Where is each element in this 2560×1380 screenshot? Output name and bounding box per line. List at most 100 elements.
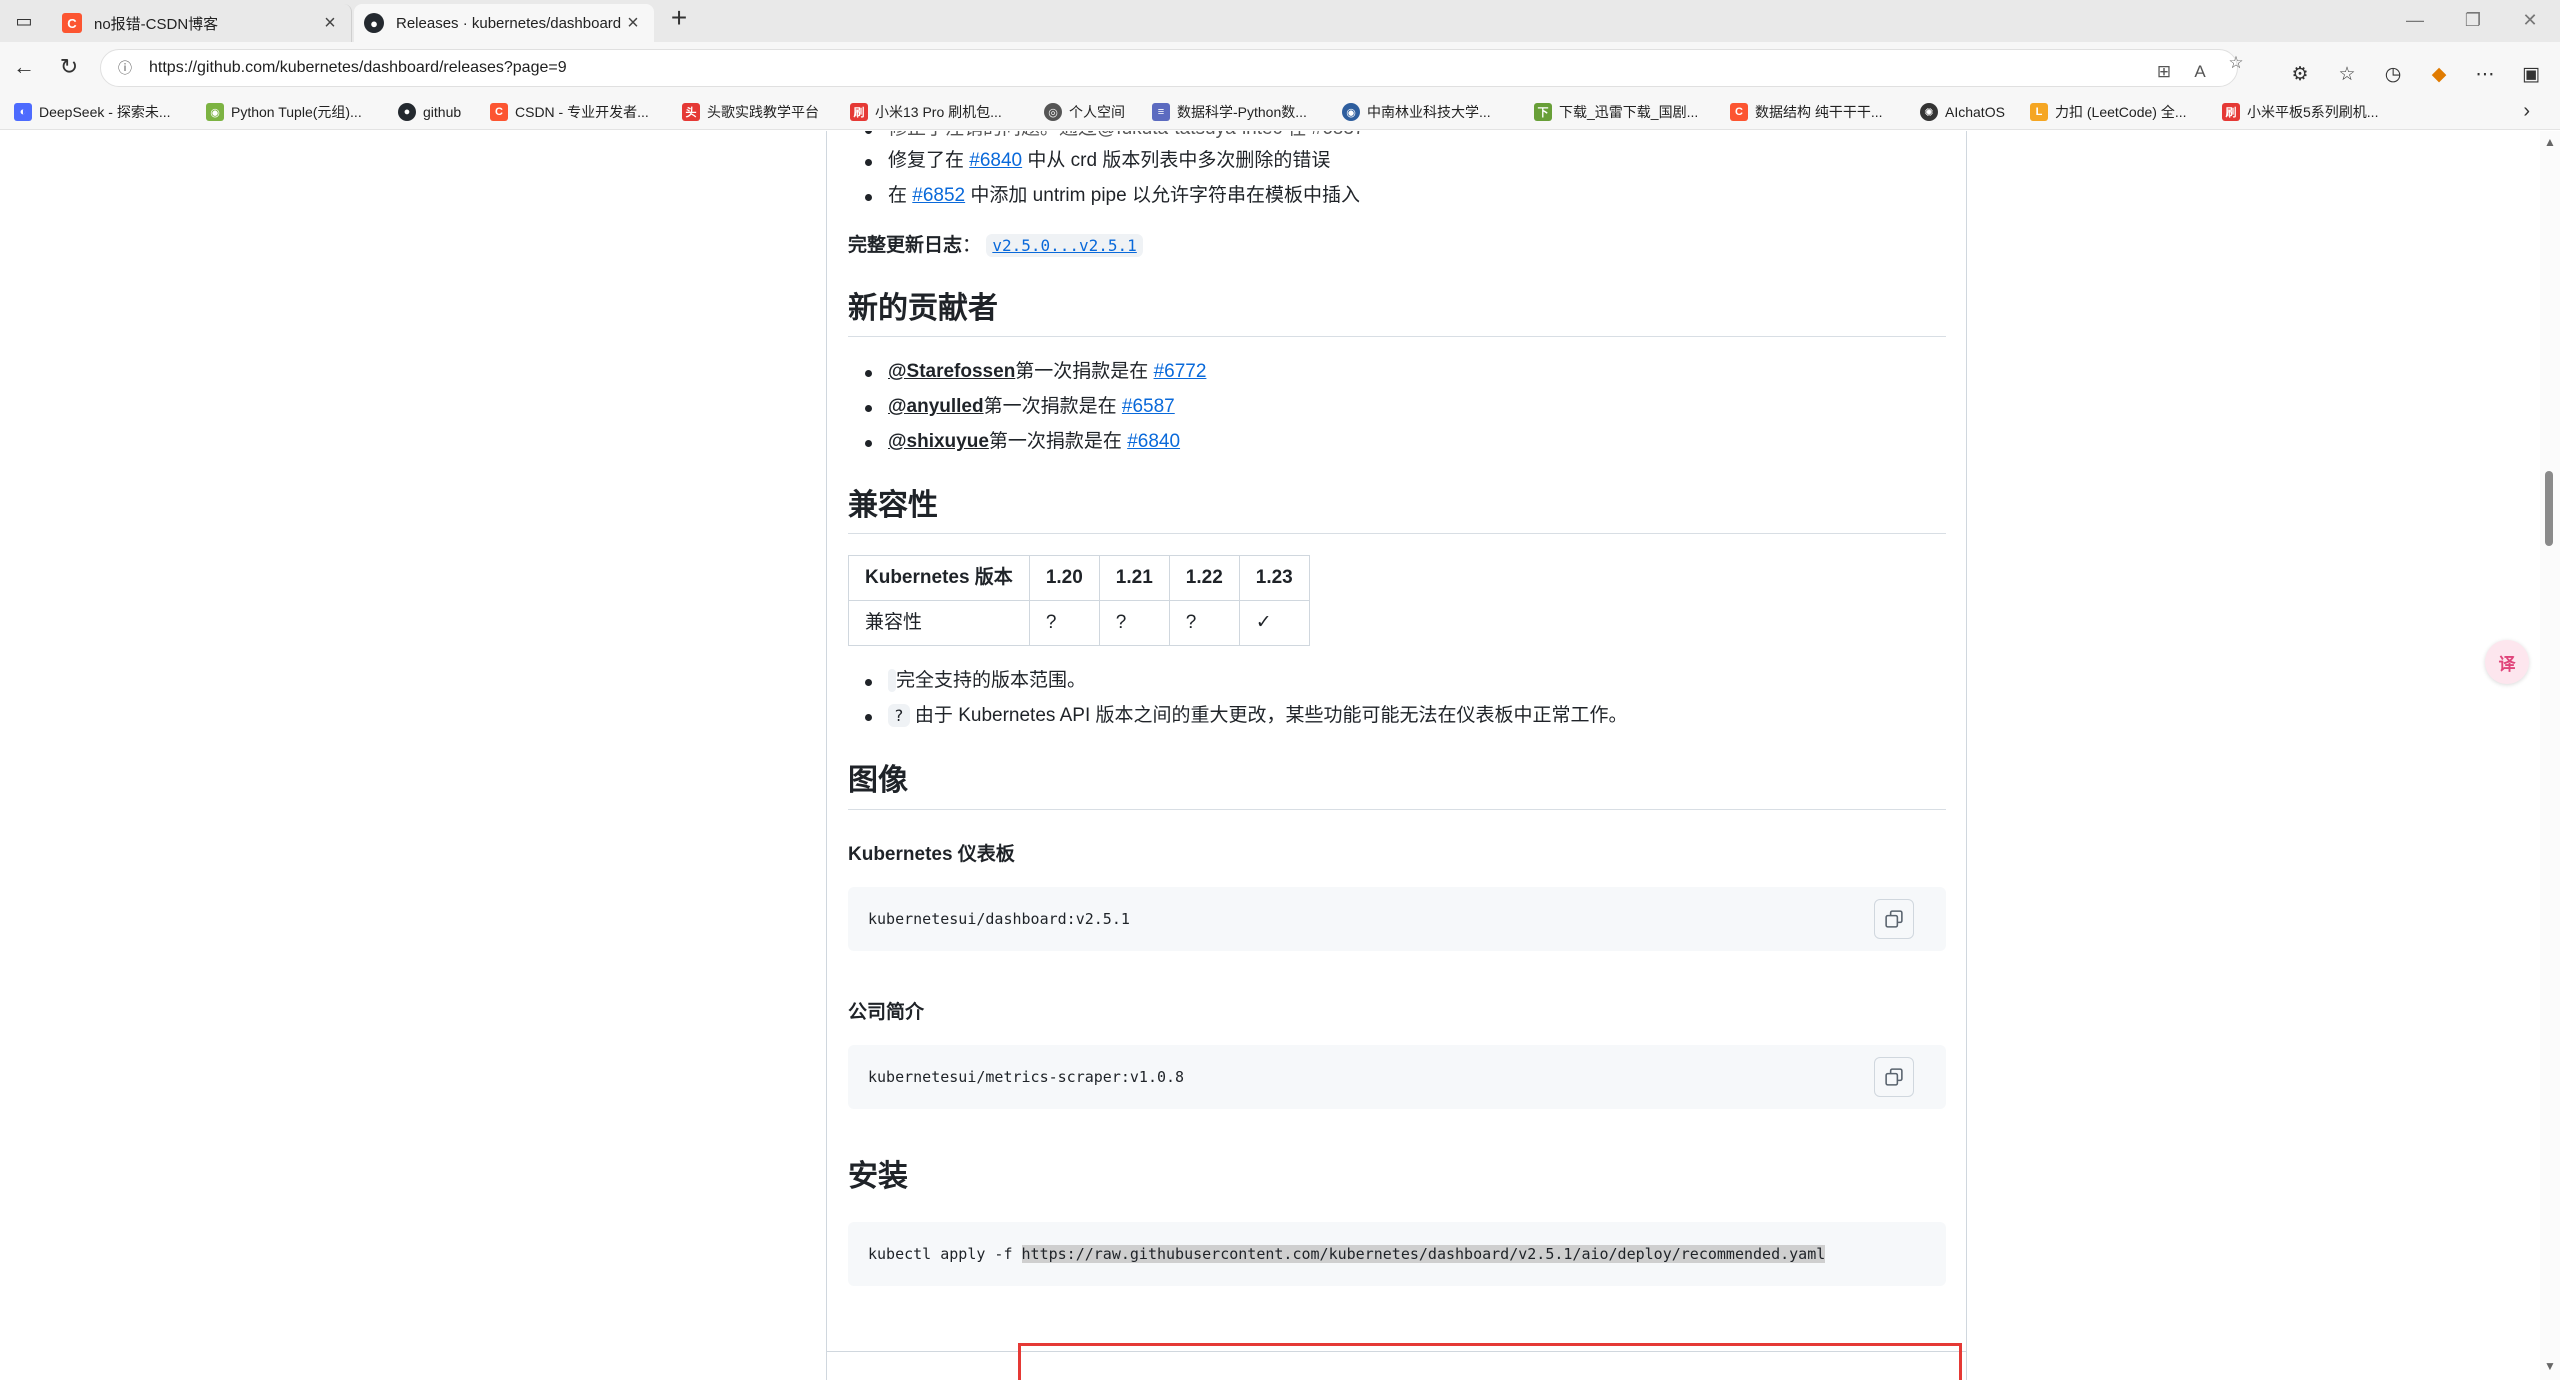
scroll-down-icon[interactable]: ▼ — [2543, 1359, 2557, 1373]
csdn-icon: C — [1730, 103, 1748, 121]
deepseek-icon: ◐ — [14, 103, 32, 121]
python-icon: ◉ — [206, 103, 224, 121]
list-item-fix: 修复了在 #6840 中从 crd 版本列表中多次删除的错误 — [848, 147, 1948, 175]
bookmark-deepseek[interactable]: ◐ DeepSeek - 探索未... — [14, 100, 171, 124]
divider — [848, 336, 1946, 337]
sidebar-icon[interactable]: ▣ — [2516, 60, 2546, 90]
doc-icon: ≡ — [1152, 103, 1170, 121]
favorite-star-icon[interactable]: ☆ — [2223, 50, 2249, 76]
table-cell: ? — [1098, 600, 1170, 646]
scraper-image-label: 公司简介 — [848, 1002, 925, 1023]
changelog-link[interactable]: v2.5.0...v2.5.1 — [986, 234, 1143, 257]
extension-fox-icon[interactable]: ◆ — [2424, 60, 2454, 90]
scrollbar[interactable]: ▲ ▼ — [2540, 131, 2560, 1380]
split-screen-icon[interactable]: ⊞ — [2151, 59, 2177, 85]
openai-icon: ✺ — [1920, 103, 1938, 121]
bookmark-xiaomi-pad[interactable]: 刷小米平板5系列刷机... — [2222, 100, 2378, 124]
xiaomi-icon: 刷 — [850, 103, 868, 121]
translate-icon[interactable]: 译 — [2485, 640, 2529, 684]
globe-icon: ◎ — [1044, 103, 1062, 121]
university-icon: ◉ — [1342, 103, 1360, 121]
scroll-up-icon[interactable]: ▲ — [2543, 135, 2557, 149]
list-item-partial: 修正了注销的问题。通过@fukuta-tatsuya-intec 在 #6837 — [848, 131, 1948, 143]
code-block: kubernetesui/dashboard:v2.5.1 — [848, 887, 1946, 951]
bookmark-python-tuple[interactable]: ◉ Python Tuple(元组)... — [206, 100, 362, 124]
list-item-fix: 在 #6852 中添加 untrim pipe 以允许字符串在模板中插入 — [848, 182, 1948, 210]
copy-icon — [1885, 1068, 1903, 1086]
code-block: kubernetesui/metrics-scraper:v1.0.8 — [848, 1045, 1946, 1109]
chevron-right-icon[interactable]: › — [2523, 100, 2530, 123]
pr-link[interactable]: #6587 — [1122, 396, 1175, 417]
bookmark-xiaomi13[interactable]: 刷小米13 Pro 刷机包... — [850, 100, 1002, 124]
restore-icon[interactable]: ❐ — [2453, 6, 2493, 34]
tab-csdn[interactable]: C no报错-CSDN博客 × — [52, 4, 352, 42]
history-icon[interactable]: ◷ — [2378, 60, 2408, 90]
back-icon[interactable]: ← — [9, 52, 39, 82]
pr-link[interactable]: #6840 — [969, 150, 1022, 171]
xiaomi-icon: 刷 — [2222, 103, 2240, 121]
code-text[interactable]: kubernetesui/dashboard:v2.5.1 — [868, 887, 1130, 951]
copy-button[interactable] — [1874, 1057, 1914, 1097]
bookmarks-bar: ◐ DeepSeek - 探索未... ◉ Python Tuple(元组)... … — [0, 94, 2560, 130]
table-cell: ✓ — [1238, 600, 1310, 646]
scrollbar-thumb[interactable] — [2545, 471, 2553, 546]
favorites-icon[interactable]: ☆ — [2332, 60, 2362, 90]
refresh-icon[interactable]: ↻ — [54, 52, 84, 82]
bookmark-personal-space[interactable]: ◎ 个人空间 — [1044, 100, 1125, 124]
pr-link[interactable]: #6840 — [1127, 431, 1180, 452]
close-icon[interactable]: × — [622, 12, 644, 35]
extensions-icon[interactable]: ⚙ — [2285, 60, 2315, 90]
new-tab-button[interactable]: + — [664, 4, 694, 34]
user-link[interactable]: @anyulled — [888, 396, 984, 417]
table-header: Kubernetes 版本 — [848, 555, 1030, 601]
bookmark-xunlei[interactable]: 下下载_迅雷下载_国剧... — [1534, 100, 1698, 124]
tab-strip: ▭ C no报错-CSDN博客 × ● Releases · kubernete… — [0, 0, 2560, 42]
sidebar-toggle-icon[interactable]: ▭ — [10, 8, 38, 34]
table-header: 1.22 — [1168, 555, 1240, 601]
bookmark-github[interactable]: ● github — [398, 100, 461, 124]
download-icon: 下 — [1534, 103, 1552, 121]
images-heading: 图像 — [848, 764, 908, 797]
code-text[interactable]: kubernetesui/metrics-scraper:v1.0.8 — [868, 1045, 1184, 1109]
annotation-highlight-box — [1018, 1343, 1962, 1380]
bookmark-aichatos[interactable]: ✺ AIchatOS — [1920, 100, 2005, 124]
bookmark-touge[interactable]: 头头歌实践教学平台 — [682, 100, 819, 124]
tab-title: Releases · kubernetes/dashboard — [396, 14, 622, 32]
pr-link[interactable]: #6852 — [912, 185, 965, 206]
pr-link[interactable]: #6772 — [1154, 361, 1207, 382]
site-info-icon[interactable]: ⓘ — [115, 58, 135, 78]
list-item-note: 完全支持的版本范围。 — [848, 667, 1948, 695]
leetcode-icon: L — [2030, 103, 2048, 121]
bookmark-csuft[interactable]: ◉ 中南林业科技大学... — [1342, 100, 1491, 124]
csdn-icon: C — [490, 103, 508, 121]
tab-github-releases[interactable]: ● Releases · kubernetes/dashboard × — [354, 4, 654, 42]
minimize-icon[interactable]: — — [2395, 6, 2435, 34]
selected-url: https://raw.githubusercontent.com/kubern… — [1021, 1245, 1826, 1263]
list-item-contributor: @shixuyue第一次捐款是在 #6840 — [848, 428, 1948, 456]
more-menu-icon[interactable]: ⋯ — [2470, 60, 2500, 90]
copy-button[interactable] — [1874, 899, 1914, 939]
table-cell: 兼容性 — [848, 600, 1030, 646]
bookmark-data-science[interactable]: ≡ 数据科学-Python数... — [1152, 100, 1307, 124]
code-block: kubectl apply -f https://raw.githubuserc… — [848, 1222, 1946, 1286]
install-command[interactable]: kubectl apply -f https://raw.githubuserc… — [868, 1222, 1826, 1286]
table-header: 1.21 — [1098, 555, 1170, 601]
contributors-heading: 新的贡献者 — [848, 292, 998, 325]
page-viewport: 修正了注销的问题。通过@fukuta-tatsuya-intec 在 #6837… — [0, 131, 2560, 1380]
window-close-icon[interactable]: ✕ — [2510, 6, 2550, 34]
release-card-left-border — [826, 131, 827, 1380]
table-header: 1.23 — [1238, 555, 1310, 601]
bookmark-data-structure[interactable]: C 数据结构 纯干干干... — [1730, 100, 1883, 124]
user-link[interactable]: @shixuyue — [888, 431, 989, 452]
close-icon[interactable]: × — [319, 12, 341, 35]
divider — [848, 533, 1946, 534]
url-input[interactable]: ⓘ https://github.com/kubernetes/dashboar… — [100, 49, 2244, 87]
url-text: https://github.com/kubernetes/dashboard/… — [149, 59, 567, 76]
bookmark-leetcode[interactable]: L 力扣 (LeetCode) 全... — [2030, 100, 2187, 124]
user-link[interactable]: @Starefossen — [888, 361, 1015, 382]
table-header-row: Kubernetes 版本 1.20 1.21 1.22 1.23 — [848, 555, 1310, 601]
csdn-icon: C — [62, 13, 82, 33]
list-item-contributor: @Starefossen第一次捐款是在 #6772 — [848, 358, 1948, 386]
bookmark-csdn[interactable]: C CSDN - 专业开发者... — [490, 100, 649, 124]
read-aloud-icon[interactable]: A — [2187, 59, 2213, 85]
